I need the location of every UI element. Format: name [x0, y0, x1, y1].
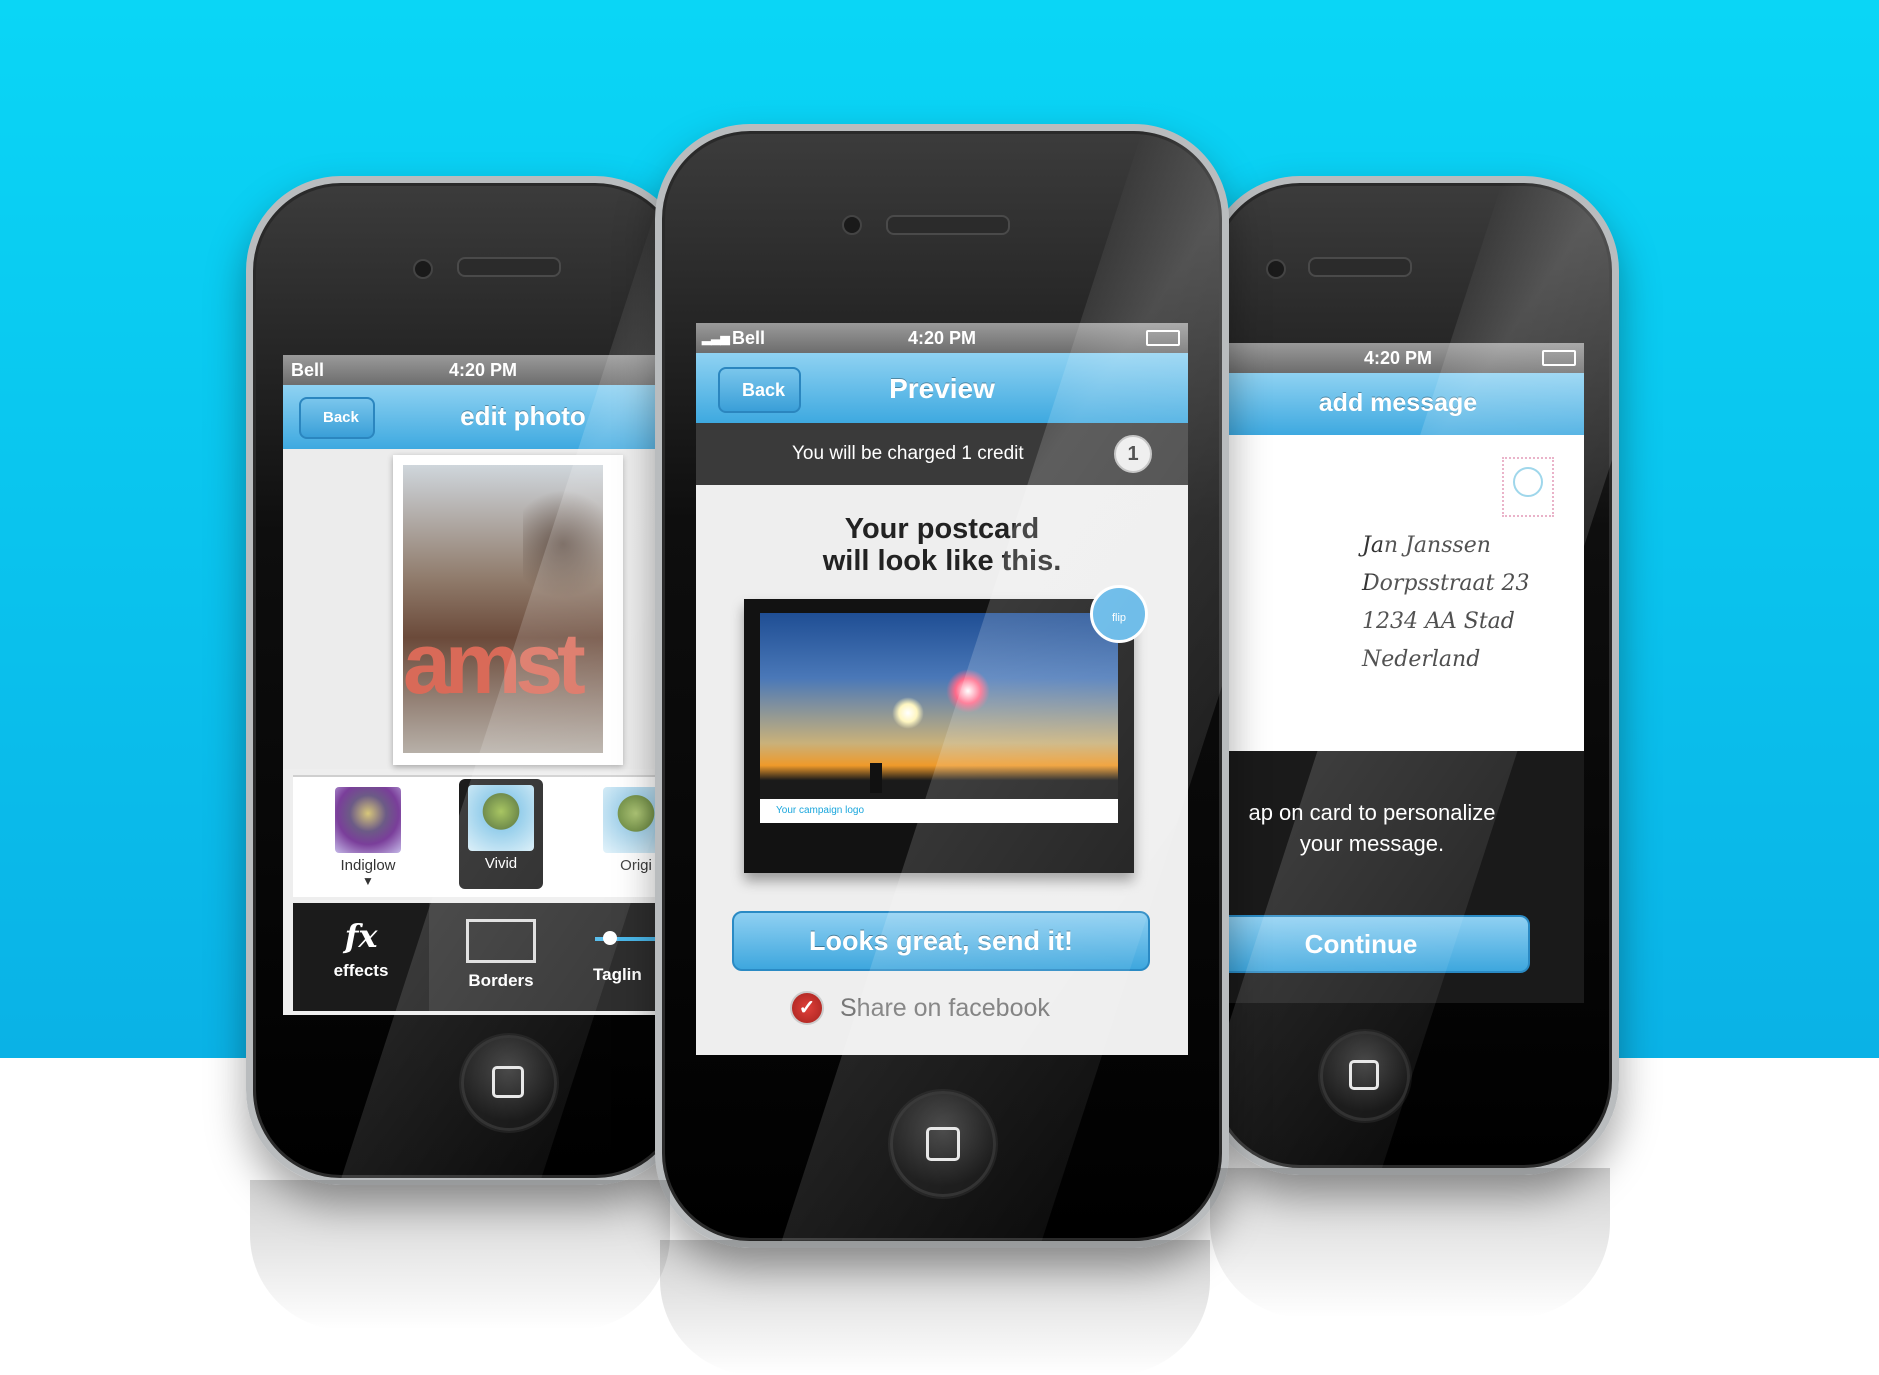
battery-icon — [1146, 330, 1180, 346]
nav-bar: Back edit photo — [283, 385, 683, 449]
continue-button[interactable]: Continue — [1212, 915, 1530, 973]
phone-right: 4:20 PM add message Jan Janssen Dorpsstr… — [1205, 176, 1619, 1175]
firework-small — [892, 697, 924, 729]
share-facebook-row[interactable]: ✓ Share on facebook — [790, 991, 1050, 1025]
effects-tool[interactable]: fx effects — [293, 903, 429, 1011]
filter-thumbnail — [468, 785, 534, 851]
phone-reflection — [660, 1240, 1210, 1375]
status-bar: ▂▃▅ Bell 4:20 PM — [696, 323, 1188, 353]
stamp-icon — [1502, 457, 1554, 517]
filter-thumbnail — [335, 787, 401, 853]
selected-arrow-icon: ▼ — [362, 874, 374, 888]
tree-silhouette — [523, 479, 603, 609]
status-bar: Bell 4:20 PM — [283, 355, 683, 385]
campaign-logo: Your campaign logo — [776, 805, 865, 816]
page-title: add message — [1318, 389, 1478, 417]
earpiece-speaker — [1308, 257, 1412, 277]
postcard-photo — [760, 613, 1118, 799]
home-square — [1349, 1060, 1379, 1090]
front-camera-icon — [1266, 259, 1286, 279]
home-button-icon[interactable] — [1320, 1031, 1410, 1121]
left-screen: Bell 4:20 PM Back edit photo amst Indigl… — [283, 355, 683, 1015]
photo-area: amst — [283, 449, 683, 769]
heading-line: will look like this. — [822, 545, 1062, 577]
filter-vivid[interactable]: Vivid — [459, 779, 543, 889]
borders-label: Borders — [468, 971, 534, 990]
filter-strip: Indiglow ▼ Vivid Origi — [293, 775, 683, 897]
fx-icon: fx — [344, 917, 378, 955]
home-button-icon[interactable] — [461, 1035, 557, 1131]
checkmark-icon[interactable]: ✓ — [790, 991, 824, 1025]
sign-text: amst — [403, 615, 586, 712]
front-camera-icon — [413, 259, 433, 279]
postcard-back[interactable]: Jan Janssen Dorpsstraat 23 1234 AA Stad … — [1212, 435, 1584, 751]
earpiece-speaker — [457, 257, 561, 277]
recipient-address: Jan Janssen Dorpsstraat 23 1234 AA Stad … — [1362, 527, 1529, 679]
phone-reflection — [250, 1180, 670, 1330]
hint-line: your message. — [1299, 831, 1445, 856]
flip-icon[interactable]: flip — [1090, 585, 1148, 643]
home-square — [926, 1127, 960, 1161]
send-button[interactable]: Looks great, send it! — [732, 911, 1150, 971]
phone-reflection — [1210, 1168, 1610, 1318]
right-screen: 4:20 PM add message Jan Janssen Dorpsstr… — [1212, 343, 1584, 1003]
hint-line: ap on card to personalize — [1248, 800, 1496, 825]
personalize-hint: ap on card to personalize your message. — [1212, 797, 1532, 859]
stamp-logo — [1513, 467, 1543, 497]
charge-text: You will be charged 1 credit — [792, 443, 1024, 464]
page-title: Preview — [889, 373, 995, 404]
credit-badge: 1 — [1114, 435, 1152, 473]
border-icon — [466, 919, 536, 963]
filter-indiglow[interactable]: Indiglow ▼ — [323, 787, 413, 888]
campaign-strip: Your campaign logo — [760, 799, 1118, 823]
nav-bar: add message — [1212, 373, 1584, 435]
postcard-preview[interactable]: Your campaign logo — [744, 599, 1134, 873]
share-label: Share on facebook — [840, 993, 1050, 1022]
heading-line: Your postcard — [844, 513, 1040, 545]
address-line: Dorpsstraat 23 — [1362, 571, 1530, 596]
edit-toolbar: fx effects Borders Taglin — [293, 903, 683, 1011]
filter-label: Vivid — [484, 855, 518, 872]
home-square — [492, 1066, 524, 1098]
address-line: 1234 AA Stad — [1362, 609, 1515, 634]
phone-center: ▂▃▅ Bell 4:20 PM Back Preview You will b… — [655, 124, 1229, 1248]
photo-frame[interactable]: amst — [393, 455, 623, 765]
photo-image: amst — [403, 465, 603, 753]
borders-tool[interactable]: Borders — [431, 903, 571, 1011]
person-silhouette — [870, 763, 882, 793]
flip-label: flip — [1111, 612, 1127, 624]
earpiece-speaker — [886, 215, 1010, 235]
address-line: Nederland — [1362, 647, 1481, 672]
phone-left: Bell 4:20 PM Back edit photo amst Indigl… — [246, 176, 690, 1185]
filter-label: Indiglow — [340, 857, 396, 874]
preview-heading: Your postcard will look like this. — [696, 513, 1188, 577]
charge-bar: You will be charged 1 credit 1 — [696, 423, 1188, 485]
firework-large — [946, 669, 990, 713]
status-time: 4:20 PM — [448, 359, 518, 380]
address-line: Jan Janssen — [1362, 533, 1491, 558]
photo-sign-text: amst — [403, 615, 586, 714]
status-bar: 4:20 PM — [1212, 343, 1584, 373]
status-time: 4:20 PM — [907, 327, 977, 348]
nav-bar: Back Preview — [696, 353, 1188, 423]
status-time: 4:20 PM — [1363, 347, 1433, 368]
center-screen: ▂▃▅ Bell 4:20 PM Back Preview You will b… — [696, 323, 1188, 1055]
home-button-icon[interactable] — [890, 1091, 996, 1197]
page-title: edit photo — [460, 401, 586, 431]
front-camera-icon — [842, 215, 862, 235]
effects-label: effects — [333, 961, 389, 980]
battery-icon — [1542, 350, 1576, 366]
